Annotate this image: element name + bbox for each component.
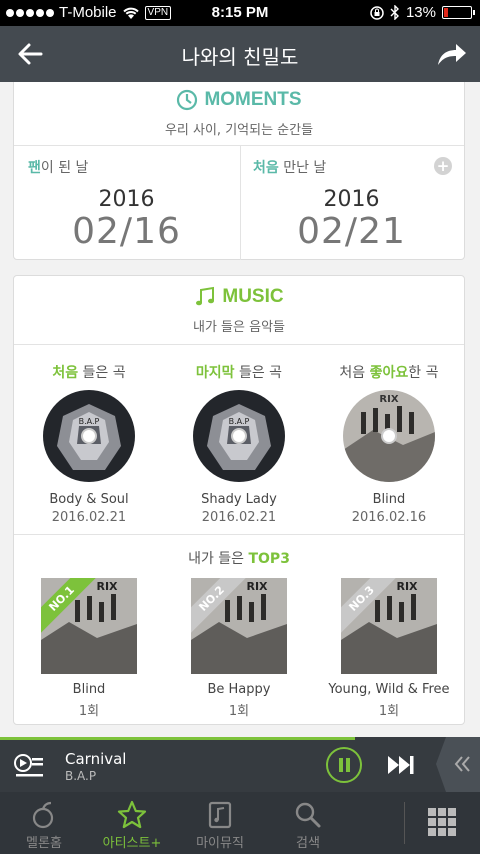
song-title: Body & Soul bbox=[49, 492, 129, 507]
top3-item[interactable]: RIX NO.2 Be Happy 1회 bbox=[164, 578, 314, 719]
battery-percent: 13% bbox=[405, 4, 436, 21]
pause-button[interactable] bbox=[326, 747, 362, 783]
song-label: 처음 좋아요한 곡 bbox=[339, 365, 439, 381]
playlist-icon[interactable] bbox=[14, 751, 44, 779]
divider bbox=[14, 534, 464, 535]
battery-icon bbox=[442, 6, 475, 19]
svg-text:RIX: RIX bbox=[379, 394, 398, 405]
fan-date-label: 팬이 된 날 bbox=[28, 160, 89, 176]
svg-text:B.A.P: B.A.P bbox=[229, 417, 250, 426]
album-cover: RIX NO.1 bbox=[40, 578, 137, 674]
first-met-label: 처음 만난 날 bbox=[253, 160, 327, 176]
svg-text:RIX: RIX bbox=[246, 580, 268, 593]
album-disc: RIX bbox=[342, 390, 435, 482]
next-track-icon[interactable] bbox=[386, 753, 416, 777]
svg-text:B.A.P: B.A.P bbox=[79, 417, 100, 426]
music-card: MUSIC 내가 들은 음악들 처음 들은 곡 B.A.P Body & Sou… bbox=[13, 275, 465, 725]
status-bar: T-Mobile VPN 8:15 PM 13% bbox=[0, 0, 480, 26]
last-listened-song[interactable]: 마지막 들은 곡 B.A.P Shady Lady 2016.02.21 bbox=[164, 344, 314, 534]
bluetooth-icon bbox=[390, 5, 399, 20]
collapse-chevron-icon[interactable] bbox=[436, 737, 480, 792]
moments-subtitle: 우리 사이, 기억되는 순간들 bbox=[164, 123, 314, 138]
now-playing-title[interactable]: Carnival bbox=[65, 750, 126, 768]
song-title: Shady Lady bbox=[201, 492, 277, 507]
top3-item[interactable]: RIX NO.1 Blind 1회 bbox=[14, 578, 164, 719]
music-subtitle: 내가 들은 음악들 bbox=[193, 320, 285, 335]
first-met-date-cell: 처음 만난 날 + 2016 02/21 bbox=[239, 145, 464, 260]
album-cover: RIX NO.2 bbox=[190, 578, 287, 674]
first-met-year: 2016 bbox=[323, 187, 380, 212]
share-icon[interactable] bbox=[434, 38, 468, 70]
album-disc: B.A.P bbox=[42, 390, 135, 482]
tab-bar: 멜론홈 아티스트+ 마이뮤직 검색 bbox=[0, 792, 480, 854]
now-playing-artist[interactable]: B.A.P bbox=[65, 769, 96, 783]
top3-song-title: Be Happy bbox=[207, 682, 271, 697]
tab-artist-plus[interactable]: 아티스트+ bbox=[88, 792, 176, 854]
play-count: 1회 bbox=[378, 704, 400, 719]
song-label: 처음 들은 곡 bbox=[52, 365, 126, 381]
top3-song-title: Young, Wild & Free bbox=[328, 682, 450, 697]
top3-title: 내가 들은 TOP3 bbox=[188, 551, 290, 567]
fan-date-cell: 팬이 된 날 2016 02/16 bbox=[14, 145, 239, 260]
first-liked-song[interactable]: 처음 좋아요한 곡 RIX Blind 2016.02.16 bbox=[314, 344, 464, 534]
song-date: 2016.02.21 bbox=[201, 510, 277, 525]
tab-melon-home[interactable]: 멜론홈 bbox=[0, 792, 88, 854]
play-count: 1회 bbox=[228, 704, 250, 719]
melon-home-icon bbox=[32, 801, 54, 829]
tab-separator bbox=[404, 802, 405, 844]
grid-menu-icon[interactable] bbox=[428, 808, 456, 836]
star-icon bbox=[117, 800, 147, 829]
music-note-icon bbox=[196, 286, 215, 306]
moments-title: MOMENTS bbox=[176, 89, 302, 111]
search-icon bbox=[295, 802, 321, 828]
music-title: MUSIC bbox=[194, 286, 284, 308]
moments-card: MOMENTS 우리 사이, 기억되는 순간들 팬이 된 날 2016 02/1… bbox=[13, 82, 465, 260]
svg-text:RIX: RIX bbox=[96, 580, 118, 593]
album-cover: RIX NO.3 bbox=[340, 578, 437, 674]
first-met-month-day: 02/21 bbox=[297, 211, 406, 252]
plus-icon[interactable]: + bbox=[434, 157, 452, 175]
play-count: 1회 bbox=[78, 704, 100, 719]
first-listened-song[interactable]: 처음 들은 곡 B.A.P Body & Soul 2016.02.21 bbox=[14, 344, 164, 534]
song-date: 2016.02.16 bbox=[351, 510, 427, 525]
clock-icon bbox=[177, 89, 198, 111]
top3-song-title: Blind bbox=[72, 682, 106, 697]
svg-text:RIX: RIX bbox=[396, 580, 418, 593]
app-header: 나와의 친밀도 bbox=[0, 26, 480, 82]
my-music-icon bbox=[208, 801, 232, 829]
fan-year: 2016 bbox=[98, 187, 155, 212]
playback-progress[interactable] bbox=[0, 737, 356, 740]
song-title: Blind bbox=[372, 492, 406, 507]
top3-item[interactable]: RIX NO.3 Young, Wild & Free 1회 bbox=[314, 578, 464, 719]
song-label: 마지막 들은 곡 bbox=[195, 365, 283, 381]
page-title: 나와의 친밀도 bbox=[181, 45, 299, 69]
mini-player[interactable]: Carnival B.A.P bbox=[0, 737, 480, 792]
tab-my-music[interactable]: 마이뮤직 bbox=[176, 792, 264, 854]
content-scroll[interactable]: MOMENTS 우리 사이, 기억되는 순간들 팬이 된 날 2016 02/1… bbox=[0, 82, 480, 737]
fan-month-day: 02/16 bbox=[72, 211, 181, 252]
lock-rotation-icon bbox=[370, 5, 384, 20]
tab-search[interactable]: 검색 bbox=[264, 792, 352, 854]
album-disc: B.A.P bbox=[192, 390, 285, 482]
song-date: 2016.02.21 bbox=[51, 510, 127, 525]
